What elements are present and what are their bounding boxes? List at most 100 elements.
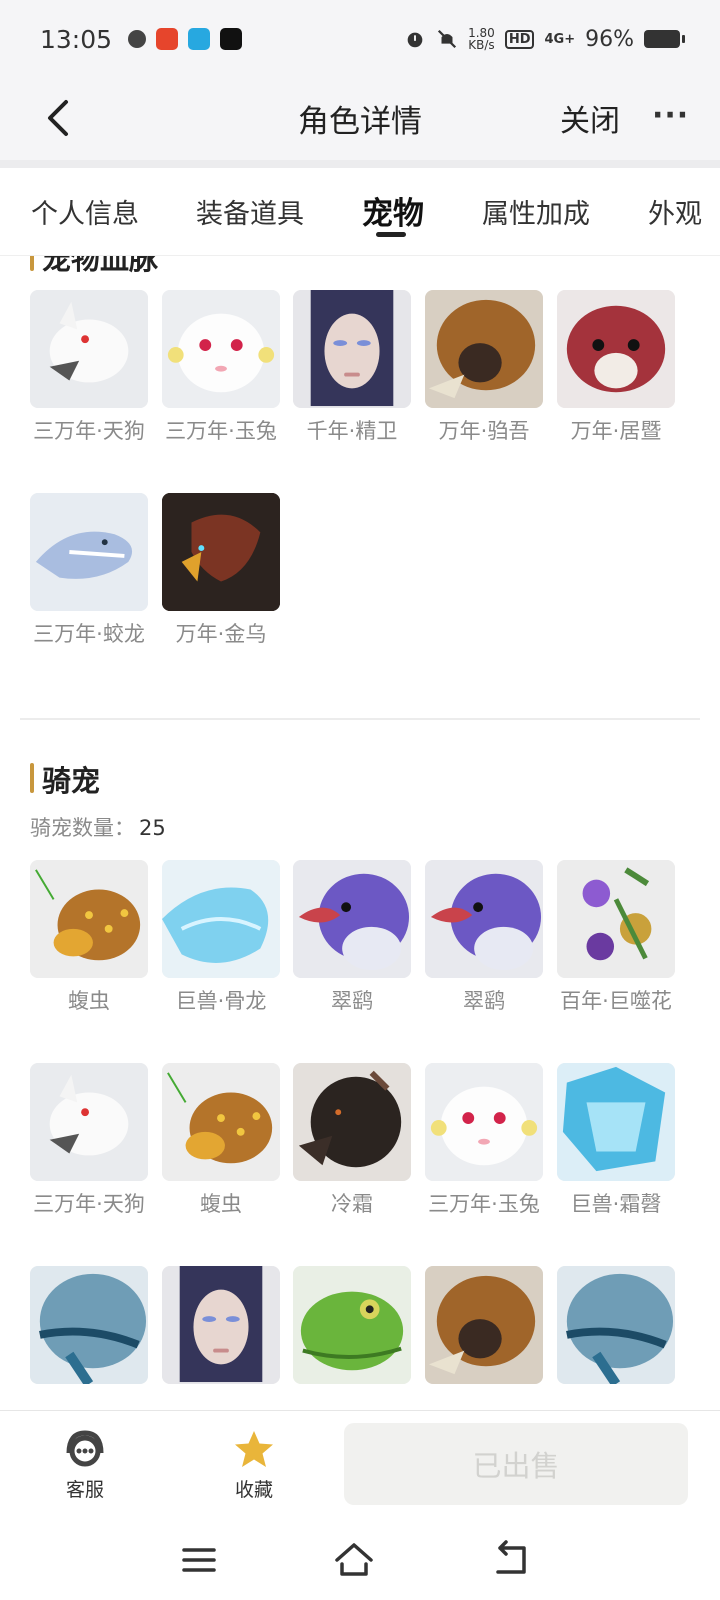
pet-item[interactable]: 万年·居暨 [557,290,675,448]
white-rabbit-icon [162,290,280,408]
pet-name: 万年·居暨 [570,419,662,443]
pet-item[interactable]: 千年·精卫 [293,290,411,448]
content-scroll-area[interactable]: 宠物血脉 三万年·天狗 三万年·玉兔 千年·精卫 万年·驺吾 万年·居暨 三万年·蛟龙 万年… [0,256,720,1410]
back-nav-icon[interactable] [490,1538,534,1582]
lion-beast-icon [425,290,543,408]
white-wolf-icon [30,1063,148,1181]
fire-bird-icon [162,493,280,611]
mount-name: 翠鹞 [463,989,505,1013]
globe-icon [128,30,147,48]
section-title-mounts: 骑宠 [30,758,100,800]
customer-service-label: 客服 [65,1479,104,1501]
mount-item[interactable]: 翠鹞 [425,860,543,1018]
mount-name: 翠鹞 [331,989,373,1013]
mount-name: 冷霜 [331,1192,373,1216]
woman-face-icon [293,290,411,408]
black-wolf-icon [293,1063,411,1181]
lion-beast-icon [425,1266,543,1384]
header-divider [0,160,720,168]
headset-icon [66,1430,104,1467]
pet-name: 千年·精卫 [306,419,398,443]
mount-item[interactable] [293,1266,411,1384]
more-button[interactable]: ··· [652,98,689,133]
tab-equipment[interactable]: 装备道具 [196,192,304,231]
star-icon [235,1431,273,1467]
ice-crystal-beast-icon [557,1063,675,1181]
customer-service-button[interactable]: 客服 [45,1429,125,1502]
flower-icon [557,860,675,978]
favorite-button[interactable]: 收藏 [214,1429,294,1502]
mount-name: 蝮虫 [200,1192,242,1216]
mount-item[interactable] [30,1266,148,1384]
leopard-insect-icon [162,1063,280,1181]
pet-name: 三万年·玉兔 [165,419,277,443]
pet-name: 三万年·天狗 [33,419,145,443]
close-button[interactable]: 关闭 [560,96,620,140]
mount-name: 巨兽·骨龙 [175,989,267,1013]
favorite-label: 收藏 [234,1479,273,1501]
network-speed: 1.80 KB/s [468,26,495,52]
mount-count-value: 25 [139,816,166,840]
sold-button[interactable]: 已出售 [344,1423,688,1505]
mount-item[interactable]: 巨兽·霜㲈 [557,1063,675,1221]
mount-name: 三万年·天狗 [33,1192,145,1216]
mount-item[interactable]: 蝮虫 [162,1063,280,1221]
pet-item[interactable]: 万年·金乌 [162,493,280,651]
section-divider [20,718,700,720]
mount-name: 百年·巨噬花 [560,989,672,1013]
mount-item[interactable] [162,1266,280,1384]
leopard-insect-icon [30,860,148,978]
tab-appearance[interactable]: 外观 [648,192,702,231]
white-wolf-icon [30,290,148,408]
woman-face-icon [162,1266,280,1384]
mount-item[interactable] [557,1266,675,1384]
news-notification-icon [220,28,243,50]
mount-item[interactable]: 巨兽·骨龙 [162,860,280,1018]
mount-name: 巨兽·霜㲈 [570,1192,662,1216]
system-nav-bar [0,1520,720,1600]
battery-percent: 96% [585,26,634,52]
alarm-icon [407,32,423,48]
mount-item[interactable]: 翠鹞 [293,860,411,1018]
mounts-grid: 蝮虫 巨兽·骨龙 翠鹞 翠鹞 百年·巨噬花 三万年·天狗 蝮虫 冷霜 三万年·玉兔 巨兽·霜㲈 [30,860,690,1410]
mount-item[interactable]: 三万年·玉兔 [425,1063,543,1221]
pet-name: 万年·驺吾 [438,419,530,443]
mount-name: 蝮虫 [68,989,110,1013]
pet-name: 三万年·蛟龙 [33,622,145,646]
tab-bar: 个人信息 装备道具 宠物 属性加成 外观 [0,168,720,256]
menu-icon[interactable] [178,1538,222,1582]
status-time: 13:05 [40,24,113,54]
tab-active-indicator [376,232,406,237]
bottom-action-bar: 客服 收藏 已出售 [0,1410,720,1520]
red-squirrel-icon [557,290,675,408]
pet-item[interactable]: 三万年·天狗 [30,290,148,448]
white-rabbit-icon [425,1063,543,1181]
battery-icon [644,30,685,48]
section-title-pet-bloodline: 宠物血脉 [30,256,158,278]
tab-pets[interactable]: 宠物 [362,188,424,233]
home-icon[interactable] [332,1538,376,1582]
purple-bird-icon [425,860,543,978]
mount-item[interactable]: 三万年·天狗 [30,1063,148,1221]
mount-item[interactable]: 冷霜 [293,1063,411,1221]
ice-dragon-icon [30,493,148,611]
mount-count-label: 骑宠数量： [30,816,135,840]
tab-personal-info[interactable]: 个人信息 [31,192,139,231]
armored-beast-icon [557,1266,675,1384]
pet-item[interactable]: 三万年·蛟龙 [30,493,148,651]
pet-item[interactable]: 三万年·玉兔 [162,290,280,448]
mount-item[interactable]: 百年·巨噬花 [557,860,675,1018]
status-bar: 13:05 1.80 KB/s HD 4G+ 96% [0,0,720,78]
pet-name: 万年·金乌 [175,622,267,646]
purple-bird-icon [293,860,411,978]
mount-item[interactable]: 蝮虫 [30,860,148,1018]
mount-name: 三万年·玉兔 [428,1192,540,1216]
hd-badge: HD [504,29,535,49]
pet-bloodline-grid: 三万年·天狗 三万年·玉兔 千年·精卫 万年·驺吾 万年·居暨三万年·蛟龙 万年·金乌 [30,290,690,690]
armored-beast-icon [30,1266,148,1384]
mount-count: 骑宠数量： 25 [30,812,166,842]
network-type: 4G+ [544,31,576,47]
mount-item[interactable] [425,1266,543,1384]
tab-attribute-bonus[interactable]: 属性加成 [482,192,590,231]
pet-item[interactable]: 万年·驺吾 [425,290,543,448]
